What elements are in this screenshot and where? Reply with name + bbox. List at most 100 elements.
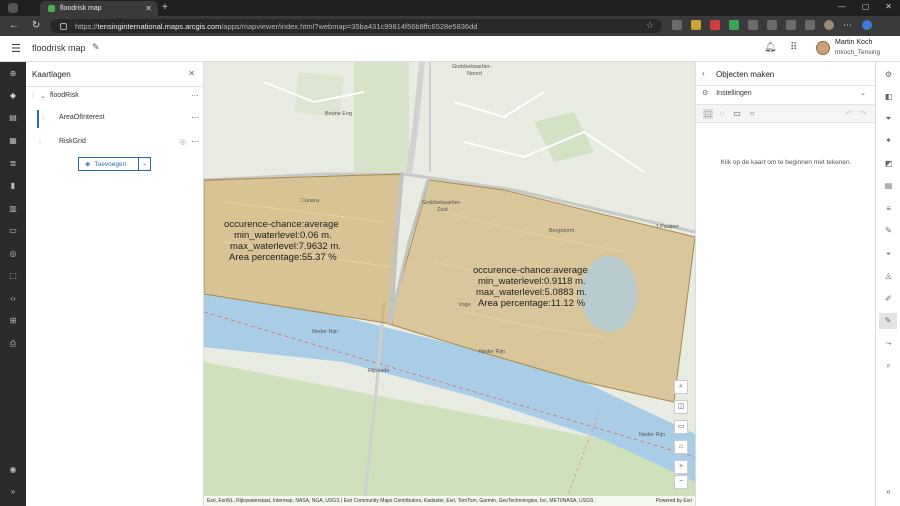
site-info-icon[interactable] xyxy=(60,22,67,30)
extension-icon[interactable] xyxy=(767,20,777,30)
select-tool-icon[interactable]: ⬚ xyxy=(703,109,713,119)
tab-title: floodrisk map xyxy=(60,5,102,12)
layer-group-row[interactable]: ⁞ ⌄ floodRisk ⋯ xyxy=(26,86,204,108)
measure-icon[interactable]: ⌖ xyxy=(883,248,894,259)
charts-icon[interactable]: ▥ xyxy=(8,204,18,213)
user-handle[interactable]: mkoch_Tensing xyxy=(835,49,880,56)
map-title: floodrisk map xyxy=(32,43,86,53)
close-window-icon[interactable]: ✕ xyxy=(885,2,892,11)
new-tab-icon[interactable]: + xyxy=(162,2,168,13)
attribution-text: Esri, EsriNL, Rijkswaterstaat, Intermap,… xyxy=(207,498,594,504)
effects-icon[interactable]: ✦ xyxy=(883,135,894,146)
drag-handle-icon[interactable]: ⁞ xyxy=(32,93,34,100)
extension-icon[interactable] xyxy=(691,20,701,30)
help-icon[interactable]: ◉ xyxy=(8,465,18,474)
add-layer-icon[interactable]: ⊕ xyxy=(8,69,18,78)
more-options-icon[interactable]: ⋯ xyxy=(191,113,199,122)
map-properties-icon[interactable]: ◎ xyxy=(8,249,18,258)
browser-menu-icon[interactable]: ⋯ xyxy=(843,20,853,30)
drag-handle-icon[interactable]: ⁞ xyxy=(42,115,44,122)
avatar[interactable] xyxy=(816,41,830,55)
layer-list-widget-icon[interactable]: ◫ xyxy=(674,400,688,414)
minimize-icon[interactable]: — xyxy=(838,2,846,11)
close-tab-icon[interactable]: ✕ xyxy=(145,4,152,13)
labels-icon[interactable]: ≡ xyxy=(883,203,894,214)
maximize-icon[interactable]: ▢ xyxy=(862,2,870,11)
visibility-eye-icon[interactable]: ◎ xyxy=(180,138,186,146)
undo-icon[interactable]: ↶ xyxy=(844,109,854,119)
edit-title-pencil-icon[interactable]: ✎ xyxy=(92,42,100,53)
browser-tab[interactable]: floodrisk map ✕ xyxy=(40,1,158,16)
sketch-icon[interactable]: ▭ xyxy=(8,226,18,235)
zoom-out-icon[interactable]: − xyxy=(674,475,688,489)
directions-icon[interactable]: ⤳ xyxy=(883,338,894,349)
filter-icon[interactable]: ⏷ xyxy=(883,113,894,124)
map-view[interactable]: Grebbekwartier- Noord Bruine Eng Cunera … xyxy=(204,62,695,506)
extension-icon[interactable] xyxy=(729,20,739,30)
powered-by-esri[interactable]: Powered by Esri xyxy=(656,496,692,506)
pop-ups-icon[interactable]: ◩ xyxy=(883,158,894,169)
map-label: Neder Rijn xyxy=(639,432,665,438)
more-options-icon[interactable]: ⋯ xyxy=(191,91,199,100)
search-icon[interactable]: ⌕ xyxy=(674,380,688,394)
properties-icon[interactable]: ⚙︎ xyxy=(883,69,894,80)
apps-icon[interactable]: ⊞ xyxy=(8,316,18,325)
layer-row-riskgrid[interactable]: ⁞ RiskGrid ◎ ⋯ xyxy=(26,132,204,154)
rectangle-tool-icon[interactable]: ▭ xyxy=(732,109,742,119)
layers-add-icon: ◈ xyxy=(85,161,91,168)
sketch-tools-icon[interactable]: ✐ xyxy=(883,293,894,304)
styles-icon[interactable]: ◧ xyxy=(883,91,894,102)
save-icon[interactable]: ⬚ xyxy=(8,271,18,280)
copilot-icon[interactable] xyxy=(862,20,872,30)
add-layer-button[interactable]: ◈ Toevoegen ⌄ xyxy=(78,157,151,171)
edit-icon[interactable]: ✎ xyxy=(883,225,894,236)
drag-handle-icon[interactable]: ⁞ xyxy=(39,139,41,146)
annotation-line: max_waterlevel:7.9632 m. xyxy=(230,241,341,252)
location-icon[interactable]: ⌕ xyxy=(883,360,894,371)
reload-icon[interactable]: ↻ xyxy=(32,20,40,31)
more-options-icon[interactable]: ⋯ xyxy=(191,137,199,146)
fullscreen-icon[interactable]: ▭ xyxy=(674,420,688,434)
create-features-icon[interactable]: ✎ xyxy=(879,313,897,329)
collapse-panel-icon[interactable]: « xyxy=(883,486,894,497)
circle-tool-icon[interactable]: ○ xyxy=(747,109,757,119)
lasso-tool-icon[interactable]: ◌ xyxy=(717,109,727,119)
user-name[interactable]: Martin Koch xyxy=(835,39,872,46)
basemap-icon[interactable]: ▦ xyxy=(8,136,18,145)
print-icon[interactable]: ⎙ xyxy=(8,339,18,348)
chevron-left-icon[interactable]: ‹ xyxy=(702,69,705,78)
tables-icon[interactable]: ▤ xyxy=(8,113,18,122)
profile-avatar-icon[interactable] xyxy=(824,20,834,30)
settings-dropdown[interactable]: ⚙︎ Instellingen ⌄ xyxy=(702,89,870,101)
legend-icon[interactable]: ≣ xyxy=(8,159,18,168)
analysis-icon[interactable]: ◬ xyxy=(883,270,894,281)
embed-code-icon[interactable]: ‹› xyxy=(8,294,18,303)
extension-icon[interactable] xyxy=(672,20,682,30)
redo-icon[interactable]: ↷ xyxy=(858,109,868,119)
hamburger-menu-icon[interactable]: ☰ xyxy=(11,42,21,55)
gear-icon: ⚙︎ xyxy=(702,90,709,97)
extensions-puzzle-icon[interactable] xyxy=(786,20,796,30)
url-input[interactable]: https://tensinginternational.maps.arcgis… xyxy=(50,19,662,33)
home-icon[interactable]: ⌂ xyxy=(674,440,688,454)
zoom-in-icon[interactable]: + xyxy=(674,460,688,474)
extension-icon[interactable] xyxy=(710,20,720,30)
close-panel-icon[interactable]: ✕ xyxy=(188,69,195,78)
back-icon[interactable]: ← xyxy=(9,20,19,31)
browser-profile-icon[interactable] xyxy=(8,3,18,13)
split-view-icon[interactable] xyxy=(805,20,815,30)
expand-panel-icon[interactable]: » xyxy=(8,487,18,496)
bookmarks-icon[interactable]: ▮ xyxy=(8,181,18,190)
address-bar-row: ← ↻ https://tensinginternational.maps.ar… xyxy=(0,16,900,36)
chevron-down-icon[interactable]: ⌄ xyxy=(40,92,46,100)
app-launcher-grid-icon[interactable]: ⠿ xyxy=(790,42,797,53)
bookmark-star-icon[interactable]: ☆ xyxy=(646,20,654,31)
app-header: ☰ floodrisk map ✎ 🔔︎ ⠿ Martin Koch mkoch… xyxy=(0,36,900,62)
fields-icon[interactable]: ▤ xyxy=(883,180,894,191)
url-scheme: https:// xyxy=(75,21,98,31)
notifications-bell-icon[interactable]: 🔔︎ xyxy=(764,42,777,53)
layers-icon[interactable]: ◈ xyxy=(8,91,18,100)
chevron-down-icon[interactable]: ⌄ xyxy=(138,158,150,170)
extension-icon[interactable] xyxy=(748,20,758,30)
layer-row-areaofinterest[interactable]: ⁞ AreaOfInterest ⋯ xyxy=(26,108,204,132)
